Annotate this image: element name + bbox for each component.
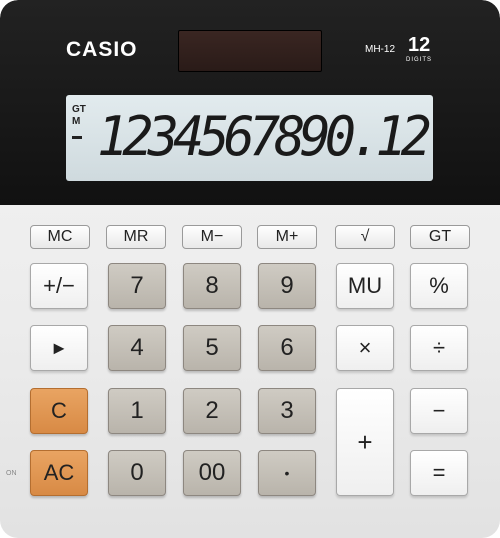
all-clear-key[interactable]: AC: [30, 450, 88, 496]
sqrt-key[interactable]: √: [335, 225, 395, 249]
multiply-key[interactable]: ×: [336, 325, 394, 371]
mr-key[interactable]: MR: [106, 225, 166, 249]
plus-key[interactable]: +: [336, 388, 394, 496]
digits-count: 12: [408, 34, 431, 56]
m-minus-key[interactable]: M−: [182, 225, 242, 249]
model-name: MH-12: [365, 44, 396, 55]
gt-key[interactable]: GT: [410, 225, 470, 249]
clear-key[interactable]: C: [30, 388, 88, 434]
one-key[interactable]: 1: [108, 388, 166, 434]
calculator-top-panel: CASIO MH-12 12 DIGITS GT M 1234567890.12: [0, 0, 500, 205]
zero-key[interactable]: 0: [108, 450, 166, 496]
six-key[interactable]: 6: [258, 325, 316, 371]
m-plus-key[interactable]: M+: [257, 225, 317, 249]
double-zero-key[interactable]: 00: [183, 450, 241, 496]
arrow-key[interactable]: ►: [30, 325, 88, 371]
eight-key[interactable]: 8: [183, 263, 241, 309]
memory-indicator: M: [72, 116, 81, 127]
four-key[interactable]: 4: [108, 325, 166, 371]
mc-key[interactable]: MC: [30, 225, 90, 249]
display-readout: 1234567890.12: [97, 105, 432, 169]
two-key[interactable]: 2: [183, 388, 241, 434]
lcd-display: GT M 1234567890.12: [66, 95, 433, 181]
gt-indicator: GT: [72, 104, 86, 115]
equals-key[interactable]: =: [410, 450, 468, 496]
five-key[interactable]: 5: [183, 325, 241, 371]
seven-key[interactable]: 7: [108, 263, 166, 309]
on-label: ON: [6, 470, 17, 477]
percent-key[interactable]: %: [410, 263, 468, 309]
brand-logo: CASIO: [66, 38, 138, 61]
divide-key[interactable]: ÷: [410, 325, 468, 371]
calculator: CASIO MH-12 12 DIGITS GT M 1234567890.12…: [0, 0, 500, 538]
nine-key[interactable]: 9: [258, 263, 316, 309]
three-key[interactable]: 3: [258, 388, 316, 434]
minus-indicator: [72, 136, 82, 139]
plus-minus-key[interactable]: +/−: [30, 263, 88, 309]
digits-label: DIGITS: [406, 57, 433, 63]
mu-key[interactable]: MU: [336, 263, 394, 309]
minus-key[interactable]: −: [410, 388, 468, 434]
solar-panel: [178, 30, 322, 72]
decimal-key[interactable]: •: [258, 450, 316, 496]
